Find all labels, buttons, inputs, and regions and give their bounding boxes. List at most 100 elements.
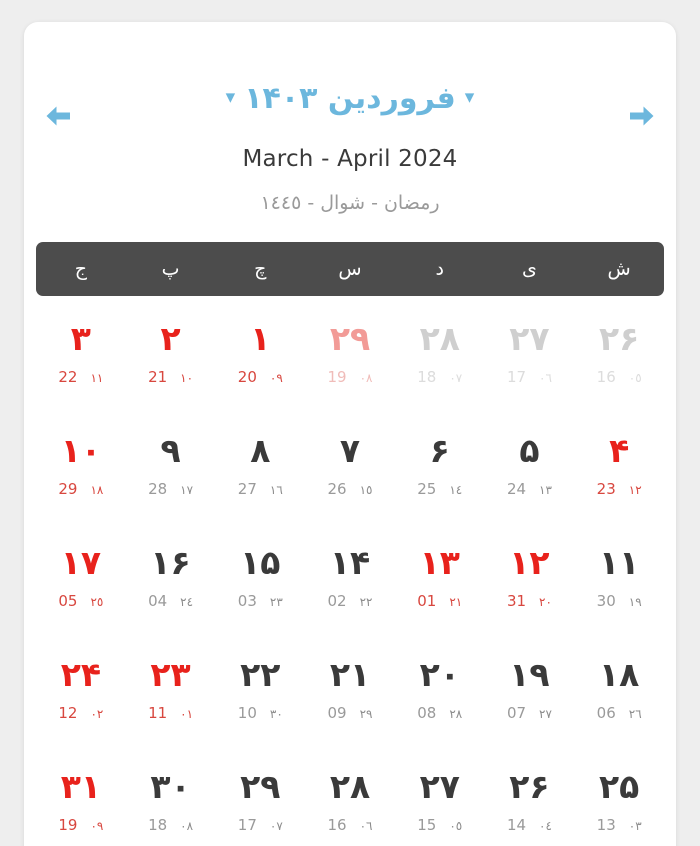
day-cell[interactable]: ۳۱ ٠٩ 19	[36, 758, 126, 846]
gregorian-day-number: 30	[596, 592, 616, 610]
gregorian-day-number: 17	[506, 368, 527, 386]
jalali-day-number: ۱۴	[329, 543, 371, 582]
jalali-day-number: ۸	[250, 431, 271, 470]
gregorian-day-number: 26	[327, 480, 347, 498]
hijri-day-number: ٠٥	[628, 371, 642, 385]
day-cell[interactable]: ۲۳ ٠١ 11	[126, 646, 216, 758]
secondary-dates: ٢٦ 06	[574, 706, 664, 721]
gregorian-day-number: 01	[417, 592, 437, 610]
day-cell[interactable]: ۳۰ ٠٨ 18	[126, 758, 216, 846]
hijri-day-number: ٠٦	[539, 371, 552, 385]
next-month-button[interactable]	[620, 96, 664, 136]
jalali-day-number: ۲۴	[60, 655, 101, 694]
day-cell[interactable]: ۲۹ ٠٧ 17	[215, 758, 305, 846]
week-row: ۱۸ ٢٦ 06 ۱۹ ٢٧ 07 ۲۰ ٢٨ 08 ۲۱ ٢٩ 09 ۲۲ ٣٠ 10 ۲۳ ٠١ 11 ۲۴ ٠٢…	[36, 646, 664, 758]
day-cell[interactable]: ۲۱ ٢٩ 09	[305, 646, 395, 758]
secondary-dates: ٢٥ 05	[36, 594, 126, 609]
gregorian-day-number: 03	[237, 592, 257, 610]
secondary-dates: ٠٦ 16	[305, 818, 395, 833]
secondary-dates: ٣٠ 10	[215, 706, 305, 721]
hijri-day-number: ٢٨	[449, 707, 463, 721]
day-cell[interactable]: ۱ ٠٩ 20	[215, 310, 305, 422]
day-cell[interactable]: ۲۹ ٠٨ 19	[305, 310, 395, 422]
day-cell[interactable]: ۱۰ ١٨ 29	[36, 422, 126, 534]
week-row: ۲۶ ٠٥ 16 ۲۷ ٠٦ 17 ۲۸ ٠٧ 18 ۲۹ ٠٨ 19 ۱ ٠٩ 20 ۲ ١٠ 21 ۳ ١١ 22	[36, 310, 664, 422]
day-cell[interactable]: ۹ ١٧ 28	[126, 422, 216, 534]
day-cell[interactable]: ۷ ١٥ 26	[305, 422, 395, 534]
day-cell[interactable]: ۲۶ ٠٤ 14	[485, 758, 575, 846]
jalali-day-number: ۲۷	[419, 767, 460, 806]
arrow-left-icon	[43, 103, 73, 129]
jalali-day-number: ۱۳	[419, 543, 460, 582]
arrow-right-icon	[627, 103, 657, 129]
day-cell[interactable]: ۱۵ ٢٣ 03	[215, 534, 305, 646]
weekday-header-4: چ	[254, 257, 267, 280]
day-cell[interactable]: ۲۴ ٠٢ 12	[36, 646, 126, 758]
month-selector[interactable]: ▾ فروردین ۱۴۰۳ ▾	[94, 84, 606, 114]
day-cell[interactable]: ۱۱ ١٩ 30	[574, 534, 664, 646]
gregorian-day-number: 14	[506, 816, 527, 834]
day-cell[interactable]: ۳ ١١ 22	[36, 310, 126, 422]
gregorian-range-label: March - April 2024	[242, 146, 458, 172]
secondary-dates: ٠٥ 16	[574, 370, 664, 385]
week-row: ۱۱ ١٩ 30 ۱۲ ٢٠ 31 ۱۳ ٢١ 01 ۱۴ ٢٢ 02 ۱۵ ٢٣ 03 ۱۶ ٢٤ 04 ۱۷ ٢٥…	[36, 534, 664, 646]
hijri-day-number: ٠٨	[359, 371, 373, 385]
day-cell[interactable]: ۲ ١٠ 21	[126, 310, 216, 422]
weekday-header-2: د	[435, 257, 444, 280]
day-cell[interactable]: ۴ ١٢ 23	[574, 422, 664, 534]
secondary-dates: ١٦ 27	[215, 482, 305, 497]
day-cell[interactable]: ۲۵ ٠٣ 13	[574, 758, 664, 846]
secondary-dates: ١٤ 25	[395, 482, 485, 497]
jalali-day-number: ۲۹	[240, 767, 281, 806]
hijri-day-number: ٢٣	[269, 595, 283, 609]
secondary-dates: ٠٢ 12	[36, 706, 126, 721]
day-cell[interactable]: ۲۷ ٠٥ 15	[395, 758, 485, 846]
hijri-day-number: ٠٩	[90, 819, 104, 833]
gregorian-day-number: 18	[417, 368, 437, 386]
weekday-header-0: ش	[607, 257, 631, 280]
secondary-dates: ١٧ 28	[126, 482, 216, 497]
day-cell[interactable]: ۲۰ ٢٨ 08	[395, 646, 485, 758]
day-cell[interactable]: ۱۸ ٢٦ 06	[574, 646, 664, 758]
day-cell[interactable]: ۲۷ ٠٦ 17	[485, 310, 575, 422]
jalali-day-number: ۲۳	[150, 655, 191, 694]
gregorian-day-number: 06	[596, 704, 616, 722]
calendar-header: ▾ فروردین ۱۴۰۳ ▾ March - April 2024 رمضا…	[24, 22, 676, 214]
chevron-down-icon-left: ▾	[225, 85, 236, 108]
jalali-day-number: ۲۹	[329, 319, 371, 358]
hijri-day-number: ٠٤	[539, 819, 552, 833]
jalali-day-number: ۲۸	[329, 767, 371, 806]
day-cell[interactable]: ۵ ١٣ 24	[485, 422, 575, 534]
hijri-day-number: ٢٤	[180, 595, 194, 609]
day-cell[interactable]: ۲۶ ٠٥ 16	[574, 310, 664, 422]
weekday-header-6: ج	[74, 257, 87, 280]
gregorian-day-number: 22	[58, 368, 78, 386]
day-cell[interactable]: ۱۴ ٢٢ 02	[305, 534, 395, 646]
day-cell[interactable]: ۱۶ ٢٤ 04	[126, 534, 216, 646]
day-cell[interactable]: ۶ ١٤ 25	[395, 422, 485, 534]
previous-month-button[interactable]	[36, 96, 80, 136]
hijri-day-number: ٣٠	[269, 707, 283, 721]
day-cell[interactable]: ۲۸ ٠٦ 16	[305, 758, 395, 846]
day-cell[interactable]: ۸ ١٦ 27	[215, 422, 305, 534]
day-cell[interactable]: ۱۹ ٢٧ 07	[485, 646, 575, 758]
gregorian-day-number: 21	[148, 368, 168, 386]
day-cell[interactable]: ۲۸ ٠٧ 18	[395, 310, 485, 422]
calendar-card: ▾ فروردین ۱۴۰۳ ▾ March - April 2024 رمضا…	[24, 22, 676, 846]
hijri-range-label: رمضان - شوال - ١٤٤٥	[260, 192, 440, 214]
day-cell[interactable]: ۱۷ ٢٥ 05	[36, 534, 126, 646]
hijri-day-number: ١٤	[449, 483, 463, 497]
jalali-day-number: ۲۰	[419, 655, 460, 694]
day-cell[interactable]: ۲۲ ٣٠ 10	[215, 646, 305, 758]
day-cell[interactable]: ۱۲ ٢٠ 31	[485, 534, 575, 646]
gregorian-day-number: 04	[148, 592, 168, 610]
gregorian-day-number: 16	[327, 816, 347, 834]
hijri-day-number: ٠٢	[90, 707, 104, 721]
secondary-dates: ١٢ 23	[574, 482, 664, 497]
jalali-day-number: ۵	[519, 431, 540, 470]
gregorian-day-number: 31	[506, 592, 527, 610]
day-cell[interactable]: ۱۳ ٢١ 01	[395, 534, 485, 646]
hijri-day-number: ٠٦	[359, 819, 373, 833]
secondary-dates: ٠٤ 14	[485, 818, 575, 833]
month-title: فروردین ۱۴۰۳	[244, 81, 456, 116]
